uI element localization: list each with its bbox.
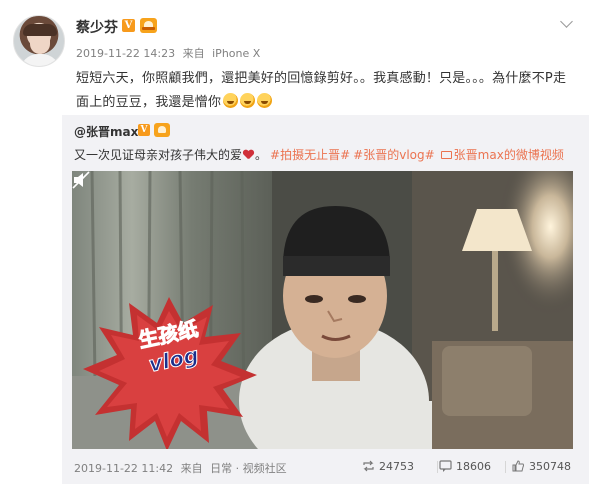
chevron-down-icon[interactable] bbox=[560, 15, 573, 28]
repost-text: 又一次见证母亲对孩子伟大的爱。 #拍摄无止晋# #张晋的vlog# 张晋max的微博视… bbox=[74, 148, 564, 162]
laugh-emoji-icon bbox=[240, 93, 256, 108]
post-timestamp[interactable]: 2019-11-22 14:23 bbox=[76, 47, 175, 60]
repost-username[interactable]: @张晋max bbox=[74, 123, 138, 140]
repost-meta: 2019-11-22 11:42 来自 日常 · 视频社区 bbox=[74, 460, 291, 476]
repost-count-button[interactable]: 24753 bbox=[362, 460, 414, 473]
post-source-prefix: 来自 bbox=[182, 47, 205, 60]
avatar-hair bbox=[23, 24, 57, 36]
mute-icon[interactable] bbox=[72, 171, 90, 189]
repost-source-prefix: 来自 bbox=[180, 462, 203, 475]
avatar-shirt bbox=[20, 54, 60, 66]
like-count-button[interactable]: 350748 bbox=[512, 460, 571, 473]
post-text-body: 短短六天，你照顧我們，還把美好的回憶錄剪好。。我真感動！只是。。。為什麼不P走面… bbox=[76, 71, 567, 110]
like-icon bbox=[512, 460, 524, 472]
level-crown-icon bbox=[140, 18, 157, 33]
weibo-post: 蔡少芬 V 2019-11-22 14:23 来自 iPhone X 短短六天，… bbox=[0, 0, 589, 484]
post-meta: 2019-11-22 14:23 来自 iPhone X bbox=[76, 45, 264, 61]
comment-count: 18606 bbox=[456, 460, 491, 473]
video-link[interactable]: 张晋max的微博视频 bbox=[440, 148, 564, 162]
comment-icon bbox=[439, 460, 452, 472]
repost-text-body: 又一次见证母亲对孩子伟大的爱 bbox=[74, 148, 243, 162]
repost-card: @张晋max V 又一次见证母亲对孩子伟大的爱。 #拍摄无止晋# #张晋的vlog#… bbox=[62, 115, 589, 484]
verified-icon: V bbox=[122, 19, 135, 32]
stat-divider bbox=[437, 461, 438, 473]
laugh-emoji-icon bbox=[223, 93, 239, 108]
repost-count: 24753 bbox=[379, 460, 414, 473]
stat-divider bbox=[505, 461, 506, 473]
hashtag-link[interactable]: #张晋的vlog# bbox=[353, 148, 435, 162]
laugh-emoji-icon bbox=[257, 93, 273, 108]
verified-icon: V bbox=[138, 124, 150, 136]
avatar[interactable] bbox=[13, 15, 65, 67]
heart-emoji-icon bbox=[243, 150, 254, 160]
comment-count-button[interactable]: 18606 bbox=[439, 460, 491, 473]
repost-timestamp[interactable]: 2019-11-22 11:42 bbox=[74, 462, 173, 475]
repost-source: 日常 · 视频社区 bbox=[210, 462, 287, 475]
hashtag-link[interactable]: #拍摄无止晋# bbox=[270, 148, 350, 162]
video-frame bbox=[72, 171, 573, 449]
like-count: 350748 bbox=[529, 460, 571, 473]
repost-icon bbox=[363, 460, 374, 472]
post-username[interactable]: 蔡少芬 bbox=[76, 17, 118, 37]
post-text: 短短六天，你照顧我們，還把美好的回憶錄剪好。。我真感動！只是。。。為什麼不P走面… bbox=[76, 67, 576, 115]
video-link-icon bbox=[440, 151, 452, 159]
video-link-label: 张晋max的微博视频 bbox=[453, 148, 564, 162]
video-player[interactable]: 生孩纸 vlog bbox=[72, 171, 573, 449]
level-crown-icon bbox=[154, 123, 170, 137]
post-source: iPhone X bbox=[212, 47, 261, 60]
